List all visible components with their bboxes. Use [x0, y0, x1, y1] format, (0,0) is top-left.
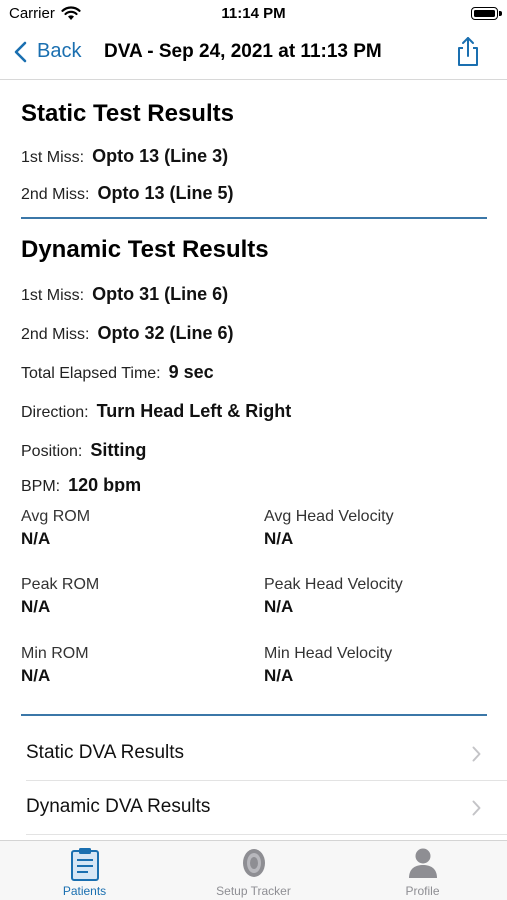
- metric-label: Min ROM: [21, 645, 89, 662]
- link-separator: [26, 834, 507, 835]
- row-value: Opto 13 (Line 3): [92, 146, 229, 166]
- row-value: 120 bpm: [68, 475, 142, 492]
- avg-rom-metric: Avg ROM N/A: [21, 508, 90, 549]
- back-button[interactable]: Back: [14, 40, 81, 63]
- person-icon: [408, 848, 437, 878]
- metric-label: Avg Head Velocity: [264, 508, 394, 525]
- tab-patients[interactable]: Patients: [0, 841, 169, 900]
- static-second-miss-row: 2nd Miss: Opto 13 (Line 5): [21, 183, 233, 204]
- navigation-bar: Back DVA - Sep 24, 2021 at 11:13 PM: [0, 28, 507, 80]
- chevron-left-icon: [14, 41, 27, 62]
- direction-row: Direction: Turn Head Left & Right: [21, 401, 291, 422]
- row-value: Opto 31 (Line 6): [92, 284, 229, 304]
- row-label: Total Elapsed Time:: [21, 365, 161, 382]
- section-divider: [21, 217, 487, 219]
- metric-value: N/A: [21, 529, 51, 548]
- tab-label: Patients: [62, 884, 107, 898]
- row-value: 9 sec: [168, 362, 214, 382]
- battery-icon: [471, 7, 502, 20]
- share-button[interactable]: [455, 36, 481, 73]
- row-label: 2nd Miss:: [21, 326, 90, 343]
- row-value: Turn Head Left & Right: [96, 401, 292, 421]
- tab-setup-tracker[interactable]: Setup Tracker: [169, 841, 338, 900]
- elapsed-time-row: Total Elapsed Time: 9 sec: [21, 362, 214, 383]
- row-label: 2nd Miss:: [21, 186, 90, 203]
- link-label: Dynamic DVA Results: [26, 796, 211, 817]
- position-row: Position: Sitting: [21, 440, 146, 461]
- back-label: Back: [37, 40, 82, 62]
- metric-label: Peak ROM: [21, 576, 100, 593]
- tab-label: Profile: [405, 884, 440, 898]
- row-value: Opto 13 (Line 5): [97, 183, 234, 203]
- chevron-right-icon: [472, 800, 481, 816]
- metric-label: Avg ROM: [21, 508, 91, 525]
- peak-rom-metric: Peak ROM N/A: [21, 576, 99, 617]
- metric-value: N/A: [264, 597, 294, 616]
- status-bar: Carrier 11:14 PM: [0, 0, 507, 28]
- metric-value: N/A: [21, 597, 51, 616]
- min-head-velocity-metric: Min Head Velocity N/A: [264, 645, 392, 686]
- bpm-row: BPM: 120 bpm: [21, 475, 141, 492]
- status-time: 11:14 PM: [221, 5, 286, 22]
- dynamic-second-miss-row: 2nd Miss: Opto 32 (Line 6): [21, 323, 233, 344]
- metric-label: Min Head Velocity: [264, 645, 393, 662]
- row-label: BPM:: [21, 478, 61, 492]
- section-divider: [21, 714, 487, 716]
- tab-bar: Patients Setup Tracker Profile: [0, 840, 507, 900]
- results-content[interactable]: Static Test Results 1st Miss: Opto 13 (L…: [0, 80, 507, 840]
- metric-label: Peak Head Velocity: [264, 576, 403, 593]
- clipboard-icon: [70, 848, 99, 881]
- row-label: 1st Miss:: [21, 149, 85, 166]
- tracker-icon: [242, 849, 265, 877]
- metric-value: N/A: [264, 529, 294, 548]
- page-title: DVA - Sep 24, 2021 at 11:13 PM: [104, 41, 382, 62]
- metric-value: N/A: [264, 666, 294, 685]
- tab-profile[interactable]: Profile: [338, 841, 507, 900]
- row-label: Direction:: [21, 404, 89, 421]
- avg-head-velocity-metric: Avg Head Velocity N/A: [264, 508, 394, 549]
- static-first-miss-row: 1st Miss: Opto 13 (Line 3): [21, 146, 228, 167]
- link-label: Static DVA Results: [26, 742, 185, 763]
- min-rom-metric: Min ROM N/A: [21, 645, 89, 686]
- dynamic-dva-results-link[interactable]: Dynamic DVA Results: [0, 781, 507, 835]
- peak-head-velocity-metric: Peak Head Velocity N/A: [264, 576, 403, 617]
- row-label: 1st Miss:: [21, 287, 85, 304]
- row-value: Opto 32 (Line 6): [97, 323, 234, 343]
- dynamic-results-title: Dynamic Test Results: [21, 236, 269, 263]
- dynamic-first-miss-row: 1st Miss: Opto 31 (Line 6): [21, 284, 228, 305]
- row-label: Position:: [21, 443, 83, 460]
- static-dva-results-link[interactable]: Static DVA Results: [0, 727, 507, 781]
- row-value: Sitting: [90, 440, 147, 460]
- share-icon: [458, 37, 478, 66]
- static-results-title: Static Test Results: [21, 100, 234, 127]
- tab-label: Setup Tracker: [216, 884, 291, 898]
- chevron-right-icon: [472, 746, 481, 762]
- metric-value: N/A: [21, 666, 51, 685]
